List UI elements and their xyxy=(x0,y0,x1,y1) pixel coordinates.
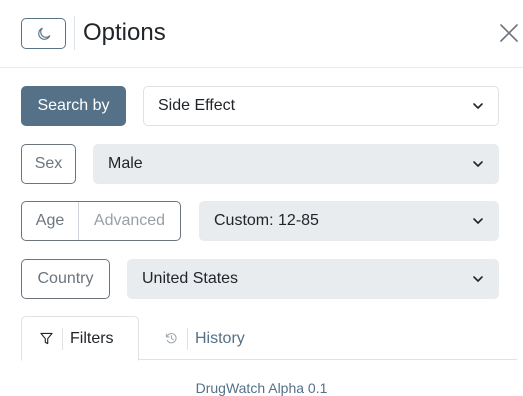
sex-row: Sex Male xyxy=(21,144,499,184)
chevron-down-icon xyxy=(473,161,483,167)
filter-icon xyxy=(40,332,53,345)
search-by-row: Search by Side Effect xyxy=(21,86,499,126)
footer-version: DrugWatch Alpha 0.1 xyxy=(195,380,328,396)
tab-filters-label: Filters xyxy=(70,329,114,347)
close-button[interactable] xyxy=(494,18,523,48)
options-header: Options xyxy=(0,0,523,68)
history-icon xyxy=(165,332,178,345)
page-title: Options xyxy=(83,19,166,46)
tab-bar: Filters History xyxy=(21,316,517,361)
close-icon xyxy=(500,24,518,42)
tab-filters[interactable]: Filters xyxy=(21,316,139,361)
country-select[interactable]: United States xyxy=(127,259,499,299)
advanced-button[interactable]: Advanced xyxy=(78,202,180,240)
country-row: Country United States xyxy=(21,259,499,299)
age-select[interactable]: Custom: 12-85 xyxy=(199,201,499,241)
tab-divider xyxy=(62,327,63,350)
moon-icon xyxy=(37,27,50,40)
country-value: United States xyxy=(142,270,239,287)
age-button[interactable]: Age xyxy=(22,202,78,240)
search-by-value: Side Effect xyxy=(158,97,236,114)
tab-divider xyxy=(187,327,188,350)
chevron-down-icon xyxy=(473,103,483,109)
tab-history-label: History xyxy=(195,329,245,347)
sex-value: Male xyxy=(108,155,143,172)
header-divider xyxy=(74,16,75,50)
sex-select[interactable]: Male xyxy=(93,144,499,184)
country-button[interactable]: Country xyxy=(21,259,110,299)
theme-toggle-button[interactable] xyxy=(21,18,66,49)
search-by-button[interactable]: Search by xyxy=(21,86,126,126)
sex-button[interactable]: Sex xyxy=(21,144,76,184)
search-by-select[interactable]: Side Effect xyxy=(143,86,499,126)
age-value: Custom: 12-85 xyxy=(214,212,319,229)
tab-history[interactable]: History xyxy=(157,316,287,361)
chevron-down-icon xyxy=(473,276,483,282)
age-row: Age Advanced Custom: 12-85 xyxy=(21,201,499,241)
chevron-down-icon xyxy=(473,218,483,224)
age-button-group: Age Advanced xyxy=(21,201,181,241)
